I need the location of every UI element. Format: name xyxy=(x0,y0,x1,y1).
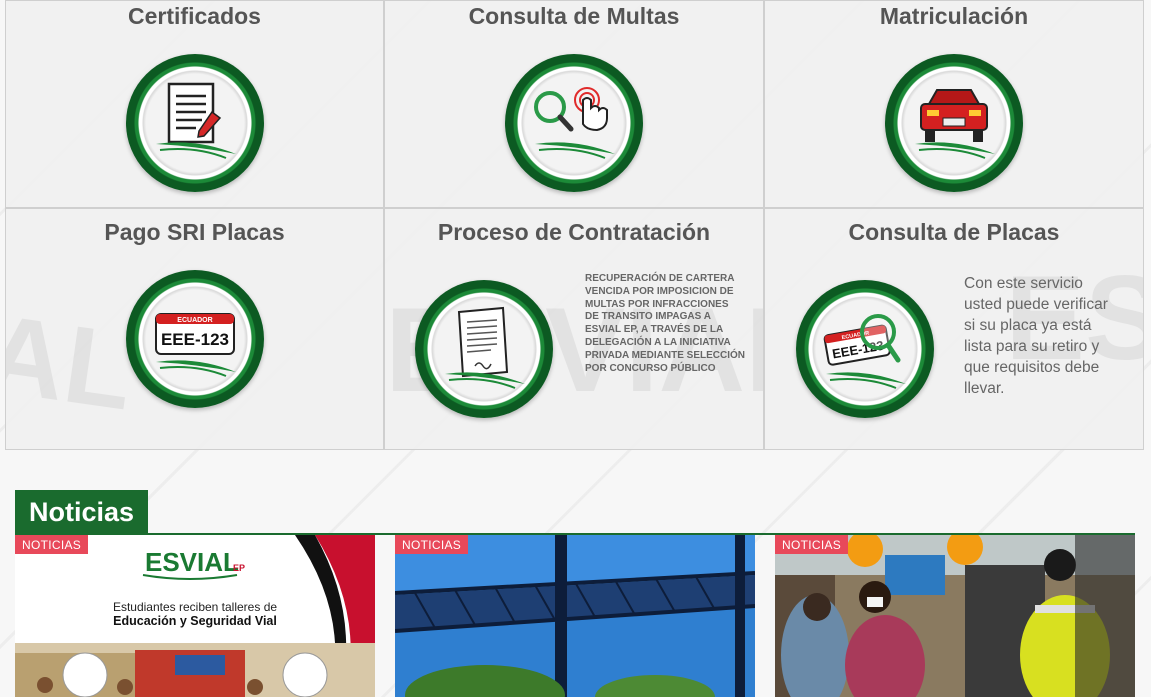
plate-number: EEE-123 xyxy=(161,330,229,349)
magnifier-click-icon xyxy=(505,54,643,192)
service-title: Consulta de Multas xyxy=(468,3,680,29)
service-tile-proceso-contratacion[interactable]: ESVIAL Proceso de Contratación RECUPERAC… xyxy=(384,208,764,450)
service-title: Certificados xyxy=(128,3,261,29)
plate-country: ECUADOR xyxy=(177,317,212,324)
news-card[interactable]: NOTICIAS xyxy=(395,535,755,697)
red-car-icon xyxy=(885,54,1023,192)
news-tag[interactable]: NOTICIAS xyxy=(775,535,849,554)
noticias-heading: Noticias xyxy=(15,490,148,533)
news-brand-suffix: EP xyxy=(233,563,245,573)
service-title: Proceso de Contratación xyxy=(437,219,711,245)
news-brand: ESVIAL xyxy=(145,547,239,577)
services-grid: Certificados Consulta de Multas Matricul… xyxy=(5,0,1144,450)
watermark-brand: AL xyxy=(5,291,141,434)
service-title: Matriculación xyxy=(879,3,1029,29)
news-tag[interactable]: NOTICIAS xyxy=(395,535,469,554)
news-card[interactable]: NOTICIAS xyxy=(775,535,1135,697)
service-title: Consulta de Placas xyxy=(848,219,1060,245)
document-pen-icon xyxy=(126,54,264,192)
service-tile-consulta-placas[interactable]: ES Consulta de Placas ECUADOR EEE-123 Co… xyxy=(764,208,1144,450)
news-image xyxy=(395,535,755,697)
news-image xyxy=(775,535,1135,697)
service-tile-consulta-multas[interactable]: Consulta de Multas xyxy=(384,0,764,208)
contract-document-icon xyxy=(415,280,553,418)
service-tile-certificados[interactable]: Certificados xyxy=(5,0,384,208)
service-description: Con este servicio usted puede verificar … xyxy=(964,275,1108,397)
service-title: Pago SRI Placas xyxy=(104,219,285,245)
plate-search-icon: ECUADOR EEE-123 xyxy=(796,280,934,418)
news-tag[interactable]: NOTICIAS xyxy=(15,535,89,554)
license-plate-icon: ECUADOR EEE-123 xyxy=(126,270,264,408)
news-card[interactable]: NOTICIAS ESVIAL EP Estudiantes reciben t… xyxy=(15,535,375,697)
news-image: ESVIAL EP Estudiantes reciben talleres d… xyxy=(15,535,375,697)
service-tile-pago-sri-placas[interactable]: AL Pago SRI Placas ECUADOR EEE-123 xyxy=(5,208,384,450)
service-description: RECUPERACIÓN DE CARTERA VENCIDA POR IMPO… xyxy=(585,273,746,374)
news-caption-line2: Educación y Seguridad Vial xyxy=(113,614,277,628)
news-caption-line1: Estudiantes reciben talleres de xyxy=(113,600,277,614)
service-tile-matriculacion[interactable]: Matriculación xyxy=(764,0,1144,208)
